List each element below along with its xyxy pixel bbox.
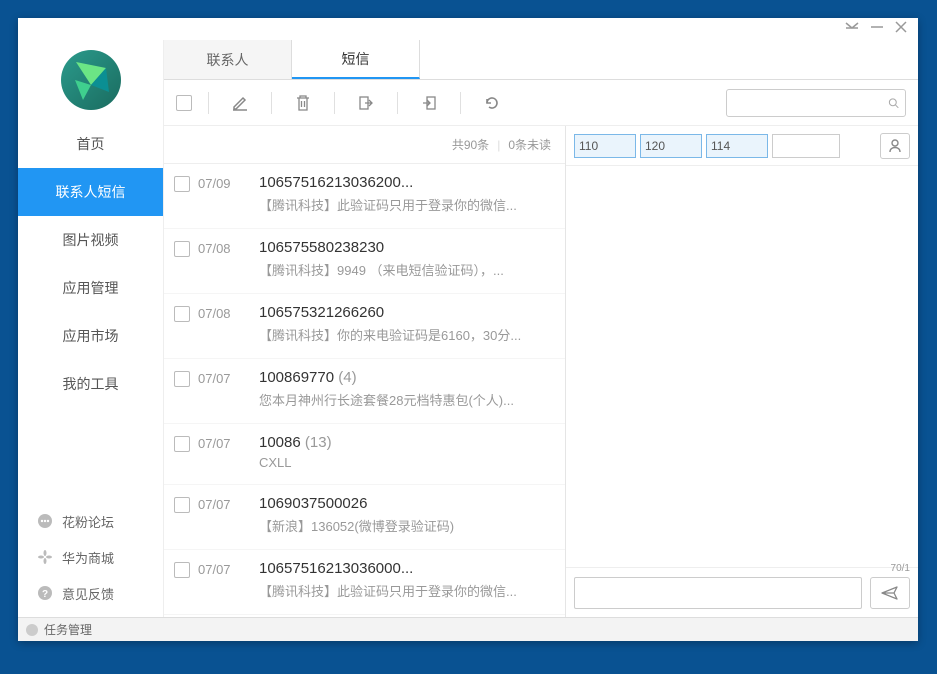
minimize-icon[interactable] (870, 20, 884, 39)
message-preview: 【腾讯科技】此验证码只用于登录你的微信... (259, 195, 559, 214)
message-date: 07/07 (198, 562, 231, 577)
row-checkbox[interactable] (174, 497, 190, 513)
message-row[interactable]: 07/07 10086 (13) CXLL (164, 424, 565, 485)
close-icon[interactable] (894, 20, 908, 39)
message-date: 07/09 (198, 176, 231, 191)
tab-0[interactable]: 联系人 (164, 40, 292, 79)
row-checkbox[interactable] (174, 176, 190, 192)
message-sender: 10657516213036000... (259, 560, 559, 577)
message-row[interactable]: 07/07 10657516213036000... 【腾讯科技】此验证码只用于登录… (164, 550, 565, 615)
message-date: 07/08 (198, 241, 231, 256)
recipient-input-3[interactable] (706, 134, 768, 158)
message-sender: 1069037500026 (259, 495, 559, 512)
send-button[interactable] (870, 577, 910, 609)
message-sender: 10657516213036200... (259, 174, 559, 191)
message-row[interactable]: 07/08 106575321266260 【腾讯科技】你的来电验证码是6160，3… (164, 294, 565, 359)
nav-item-4[interactable]: 应用市场 (18, 312, 163, 360)
nav-item-0[interactable]: 首页 (18, 120, 163, 168)
row-checkbox[interactable] (174, 436, 190, 452)
status-dot (26, 624, 38, 636)
recipient-input-new[interactable] (772, 134, 840, 158)
char-counter: 70/1 (891, 563, 910, 574)
huawei-icon (36, 548, 54, 566)
message-row[interactable]: 07/07 100869770 (4) 您本月神州行长途套餐28元档特惠包(个人).… (164, 359, 565, 424)
export-icon[interactable] (351, 88, 381, 118)
collapse-icon[interactable] (844, 20, 860, 38)
message-preview: CXLL (259, 455, 559, 470)
import-icon[interactable] (414, 88, 444, 118)
conversation-area (566, 166, 918, 567)
message-preview: 【腾讯科技】你的来电验证码是6160，30分... (259, 325, 559, 344)
row-checkbox[interactable] (174, 241, 190, 257)
search-icon (888, 95, 899, 111)
task-manager-link[interactable]: 任务管理 (44, 621, 92, 638)
tab-1[interactable]: 短信 (292, 40, 420, 79)
app-logo (18, 40, 163, 120)
message-sender: 100869770 (4) (259, 369, 559, 386)
refresh-icon[interactable] (477, 88, 507, 118)
select-all-checkbox[interactable] (176, 95, 192, 111)
bottom-link-0[interactable]: 花粉论坛 (18, 503, 163, 539)
row-checkbox[interactable] (174, 371, 190, 387)
help-icon: ? (36, 584, 54, 602)
list-summary: 共90条 | 0条未读 (164, 126, 565, 164)
recipient-input-2[interactable] (640, 134, 702, 158)
recipient-input-1[interactable] (574, 134, 636, 158)
message-sender: 10086 (13) (259, 434, 559, 451)
message-row[interactable]: 07/07 1069037500026 【新浪】136052(微博登录验证码) (164, 485, 565, 550)
message-preview: 【腾讯科技】9949 （来电短信验证码），... (259, 260, 559, 279)
nav-item-2[interactable]: 图片视频 (18, 216, 163, 264)
row-checkbox[interactable] (174, 562, 190, 578)
message-date: 07/07 (198, 436, 231, 451)
bottom-link-2[interactable]: ?意见反馈 (18, 575, 163, 611)
compose-input[interactable] (574, 577, 862, 609)
bottom-link-1[interactable]: 华为商城 (18, 539, 163, 575)
row-checkbox[interactable] (174, 306, 190, 322)
nav-item-5[interactable]: 我的工具 (18, 360, 163, 408)
message-preview: 【腾讯科技】此验证码只用于登录你的微信... (259, 581, 559, 600)
message-preview: 您本月神州行长途套餐28元档特惠包(个人)... (259, 390, 559, 409)
chat-icon (36, 512, 54, 530)
message-sender: 106575580238230 (259, 239, 559, 256)
message-row[interactable]: 07/08 106575580238230 【腾讯科技】9949 （来电短信验证码）… (164, 229, 565, 294)
compose-icon[interactable] (225, 88, 255, 118)
message-row[interactable]: 07/09 10657516213036200... 【腾讯科技】此验证码只用于登录… (164, 164, 565, 229)
message-preview: 【新浪】136052(微博登录验证码) (259, 516, 559, 535)
search-input[interactable] (726, 89, 906, 117)
message-date: 07/07 (198, 497, 231, 512)
nav-item-1[interactable]: 联系人短信 (18, 168, 163, 216)
message-sender: 106575321266260 (259, 304, 559, 321)
message-date: 07/08 (198, 306, 231, 321)
svg-text:?: ? (42, 589, 48, 600)
delete-icon[interactable] (288, 88, 318, 118)
nav-item-3[interactable]: 应用管理 (18, 264, 163, 312)
message-date: 07/07 (198, 371, 231, 386)
contact-picker-button[interactable] (880, 133, 910, 159)
